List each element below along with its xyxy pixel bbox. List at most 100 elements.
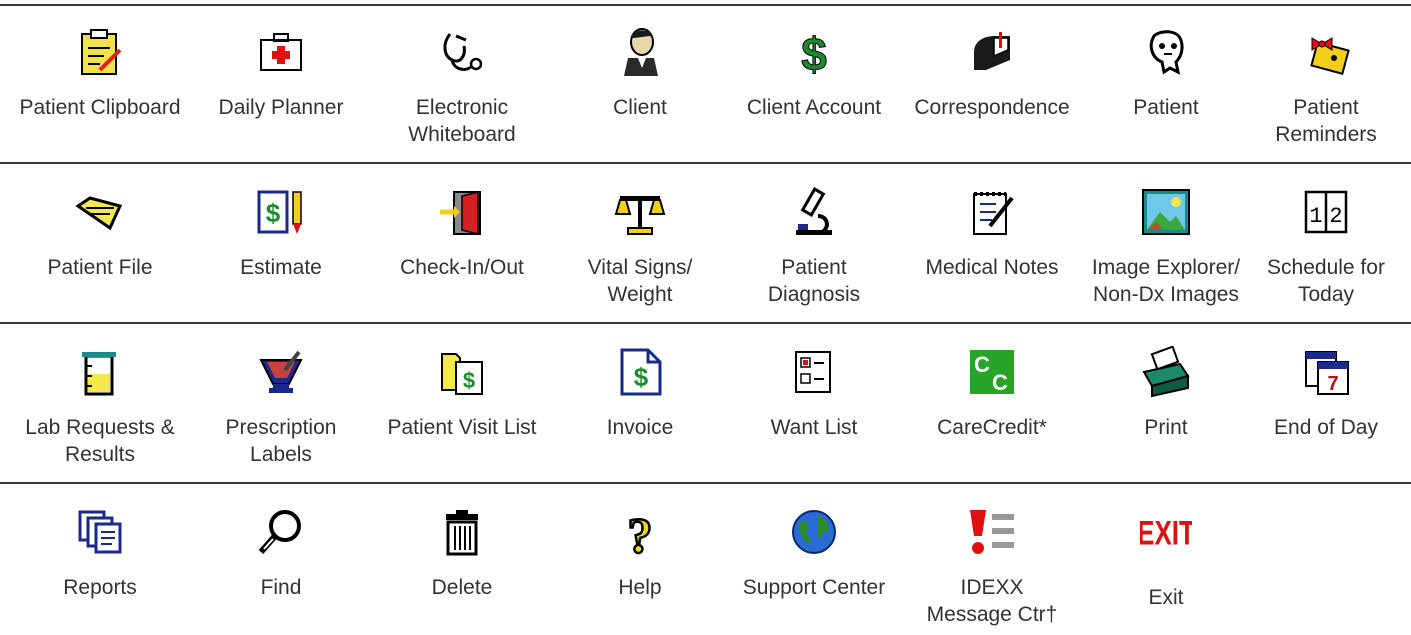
toolbar-button-scale[interactable]: Vital Signs/Weight xyxy=(550,186,730,308)
svg-text:7: 7 xyxy=(1327,373,1338,395)
toolbar-button-label: Patient Diagnosis xyxy=(767,256,861,306)
toolbar-button-invoice[interactable]: $ Invoice xyxy=(550,346,730,441)
toolbar-button-label: Patient Reminders xyxy=(1275,96,1377,146)
estimate-icon: $ xyxy=(255,186,307,238)
toolbar-button-label: End of Day xyxy=(1274,416,1378,439)
toolbar-button-visit-list[interactable]: $ Patient Visit List xyxy=(372,346,552,441)
toolbar-button-clipboard[interactable]: Patient Clipboard xyxy=(10,26,190,121)
toolbar-button-label: Correspondence xyxy=(914,96,1070,119)
calendar-icon: 7 xyxy=(1300,346,1352,398)
notepad-icon xyxy=(966,186,1018,238)
toolbar-button-label: Support Center xyxy=(742,576,886,599)
toolbar-button-label: Delete xyxy=(431,576,493,599)
picture-icon xyxy=(1140,186,1192,238)
divider-top xyxy=(0,4,1411,6)
dog-icon xyxy=(1140,26,1192,78)
toolbar-button-label: Patient Visit List xyxy=(387,416,537,439)
toolbar-button-label: Help xyxy=(618,576,662,599)
checklist-icon xyxy=(788,346,840,398)
toolbar-button-trash[interactable]: Delete xyxy=(372,506,552,601)
magnifier-icon xyxy=(255,506,307,558)
person-icon xyxy=(614,26,666,78)
toolbar-button-stethoscope[interactable]: Electronic Whiteboard xyxy=(372,26,552,148)
toolbar-button-exit[interactable]: EXIT Exit xyxy=(1076,506,1256,611)
mortar-pestle-icon xyxy=(255,346,307,398)
toolbar-button-label: CareCredit* xyxy=(937,416,1047,439)
toolbar-button-label: Client xyxy=(613,96,667,119)
svg-text:C: C xyxy=(974,352,990,377)
toolbar-button-folder[interactable]: Patient File xyxy=(10,186,190,281)
toolbar-button-beaker[interactable]: Lab Requests & Results xyxy=(10,346,190,468)
toolbar-button-label: Patient Clipboard xyxy=(19,96,181,119)
svg-text:$: $ xyxy=(801,28,827,78)
divider-row-2 xyxy=(0,322,1411,324)
toolbar-button-mailbox[interactable]: Correspondence xyxy=(902,26,1082,121)
toolbar-button-carecredit[interactable]: C C CareCredit* xyxy=(902,346,1082,441)
toolbar-button-magnifier[interactable]: Find xyxy=(191,506,371,601)
exit-icon: EXIT xyxy=(1140,506,1192,558)
toolbar-button-calendar[interactable]: 7 End of Day xyxy=(1236,346,1411,441)
toolbar-button-medical-kit[interactable]: Daily Planner xyxy=(191,26,371,121)
toolbar-button-label: Find xyxy=(260,576,302,599)
toolbar-button-label: Reports xyxy=(63,576,137,599)
toolbar-button-calendar-book[interactable]: 1 2 Schedule for Today xyxy=(1236,186,1411,308)
toolbar-button-label: Estimate xyxy=(240,256,322,279)
toolbar-button-label: Medical Notes xyxy=(925,256,1059,279)
medical-kit-icon xyxy=(255,26,307,78)
toolbar-button-label: Prescription Labels xyxy=(225,416,337,466)
toolbar-button-reminder-bow[interactable]: Patient Reminders xyxy=(1236,26,1411,148)
message-alert-icon xyxy=(966,506,1018,558)
svg-text:EXIT: EXIT xyxy=(1140,515,1192,552)
toolbar-button-globe[interactable]: Support Center xyxy=(724,506,904,601)
stethoscope-icon xyxy=(436,26,488,78)
toolbar-button-estimate[interactable]: $ Estimate xyxy=(191,186,371,281)
invoice-icon: $ xyxy=(614,346,666,398)
reminder-bow-icon xyxy=(1300,26,1352,78)
toolbar-button-person[interactable]: Client xyxy=(550,26,730,121)
svg-text:C: C xyxy=(992,370,1008,395)
toolbar-button-door[interactable]: Check-In/Out xyxy=(372,186,552,281)
carecredit-icon: CC xyxy=(966,346,1018,398)
divider-row-1 xyxy=(0,162,1411,164)
trash-icon xyxy=(436,506,488,558)
toolbar-button-mortar-pestle[interactable]: Prescription Labels xyxy=(191,346,371,468)
printer-icon xyxy=(1140,346,1192,398)
visit-list-icon: $ xyxy=(436,346,488,398)
toolbar-button-label: Schedule for Today xyxy=(1267,256,1385,306)
svg-text:$: $ xyxy=(266,198,281,228)
toolbar-button-label: Electronic Whiteboard xyxy=(408,96,516,146)
toolbar-button-message-alert[interactable]: IDEXX Message Ctr† xyxy=(902,506,1082,628)
toolbar-button-label: Daily Planner xyxy=(218,96,344,119)
toolbar-button-checklist[interactable]: Want List xyxy=(724,346,904,441)
toolbar-button-label: Invoice xyxy=(606,416,674,439)
svg-text:2: 2 xyxy=(1329,204,1342,229)
toolbar-button-label: Image Explorer/Non-Dx Images xyxy=(1091,256,1241,306)
dollar-icon: $ xyxy=(788,26,840,79)
toolbar-button-dollar[interactable]: $ Client Account xyxy=(724,26,904,121)
toolbar-button-question[interactable]: ? Help xyxy=(550,506,730,601)
mailbox-icon xyxy=(966,26,1018,78)
scale-icon xyxy=(614,186,666,238)
toolbar-button-notepad[interactable]: Medical Notes xyxy=(902,186,1082,281)
question-icon: ? xyxy=(614,506,666,558)
toolbar-button-label: Lab Requests & Results xyxy=(25,416,175,466)
reports-icon xyxy=(74,506,126,558)
toolbar-button-label: Patient File xyxy=(47,256,153,279)
calendar-book-icon: 12 xyxy=(1300,186,1352,238)
beaker-icon xyxy=(74,346,126,398)
toolbar-button-microscope[interactable]: Patient Diagnosis xyxy=(724,186,904,308)
toolbar-button-label: Vital Signs/Weight xyxy=(587,256,693,306)
svg-text:1: 1 xyxy=(1309,204,1322,229)
toolbar-button-dog[interactable]: Patient xyxy=(1076,26,1256,121)
toolbar-button-label: Exit xyxy=(1148,586,1184,609)
microscope-icon xyxy=(788,186,840,238)
toolbar-button-label: Patient xyxy=(1133,96,1199,119)
svg-text:$: $ xyxy=(463,368,475,393)
toolbar-button-printer[interactable]: Print xyxy=(1076,346,1256,441)
toolbar-button-label: Print xyxy=(1144,416,1188,439)
toolbar-button-reports[interactable]: Reports xyxy=(10,506,190,601)
toolbar-button-picture[interactable]: Image Explorer/Non-Dx Images xyxy=(1076,186,1256,308)
globe-icon xyxy=(788,506,840,558)
folder-icon xyxy=(74,186,126,238)
svg-text:?: ? xyxy=(628,507,653,558)
